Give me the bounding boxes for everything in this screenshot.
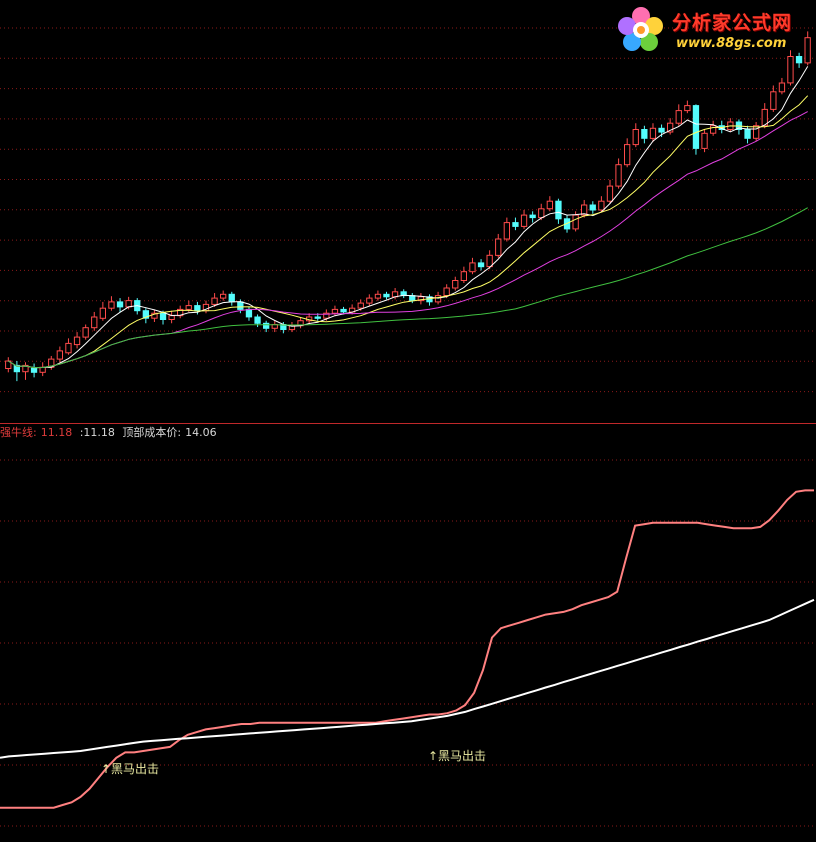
candle-body	[82, 327, 89, 338]
candle-body	[263, 322, 270, 329]
candle-body	[228, 293, 235, 303]
signal-label-2: ↑黑马出击	[428, 749, 487, 763]
price-chart[interactable]	[0, 0, 816, 424]
candle-body	[795, 56, 803, 64]
candle-body	[125, 300, 132, 308]
candle-body	[787, 56, 794, 84]
candle-body	[434, 295, 442, 303]
candle-body	[237, 301, 244, 310]
candle-body	[675, 110, 682, 124]
candle-body	[185, 305, 192, 310]
candle-body	[116, 301, 124, 308]
candle-body	[555, 200, 562, 220]
price-gridlines	[0, 27, 816, 393]
logo-url: www.88gs.com	[676, 36, 787, 51]
ma-line-60	[8, 207, 808, 369]
candle-body	[108, 301, 115, 309]
ma-line-10	[8, 95, 809, 369]
signal-label-1: ↑黑马出击	[101, 762, 160, 776]
candle-body	[641, 129, 648, 139]
candle-body	[486, 254, 493, 268]
candle-body	[477, 262, 485, 268]
candle-body	[56, 350, 64, 360]
candle-body	[73, 336, 81, 346]
candle-body	[245, 308, 253, 318]
candle-body	[159, 312, 167, 321]
candle-body	[357, 302, 364, 309]
site-logo: 分析家公式网 www.88gs.com	[614, 2, 814, 56]
candle-body	[452, 280, 459, 289]
candle-body	[314, 316, 321, 319]
candle-body	[254, 316, 261, 324]
candle-body	[658, 127, 665, 133]
candle-body	[30, 368, 38, 373]
candle-body	[503, 222, 511, 240]
candle-body	[366, 297, 373, 304]
candle-body	[374, 293, 382, 299]
candle-body	[168, 315, 175, 321]
candle-body	[443, 287, 450, 296]
candle-body	[649, 127, 657, 139]
candle-body	[331, 308, 339, 314]
candle-body	[469, 262, 476, 273]
candle-body	[211, 297, 218, 305]
candle-body	[520, 214, 528, 227]
candle-body	[701, 132, 708, 149]
candle-body	[460, 271, 468, 282]
candle-body	[624, 144, 631, 166]
candle-body	[572, 214, 579, 230]
indicator-chart[interactable]	[0, 424, 816, 842]
candle-body	[220, 293, 227, 299]
candle-body	[684, 105, 691, 112]
candle-body	[65, 342, 72, 354]
flower-logo-icon	[618, 7, 663, 51]
candle-body	[598, 200, 605, 211]
candle-body	[39, 366, 46, 373]
base-line	[0, 598, 815, 759]
candle-body	[340, 308, 347, 313]
candle-body	[589, 204, 596, 211]
candle-body	[495, 238, 502, 256]
candle-body	[744, 129, 751, 139]
candle-body	[710, 125, 717, 134]
candle-body	[512, 222, 519, 227]
candle-body	[632, 129, 639, 146]
candlesticks	[5, 31, 811, 382]
candle-body	[91, 316, 98, 329]
candle-body	[546, 200, 554, 210]
candle-body	[770, 91, 777, 110]
candle-body	[194, 305, 201, 312]
candle-body	[615, 164, 622, 187]
candle-body	[778, 82, 786, 93]
candle-body	[692, 105, 700, 149]
candle-body	[99, 307, 106, 319]
candle-body	[383, 293, 390, 298]
logo-title: 分析家公式网	[672, 12, 793, 34]
candle-body	[529, 214, 536, 219]
candle-body	[606, 185, 614, 202]
candle-body	[538, 208, 545, 219]
